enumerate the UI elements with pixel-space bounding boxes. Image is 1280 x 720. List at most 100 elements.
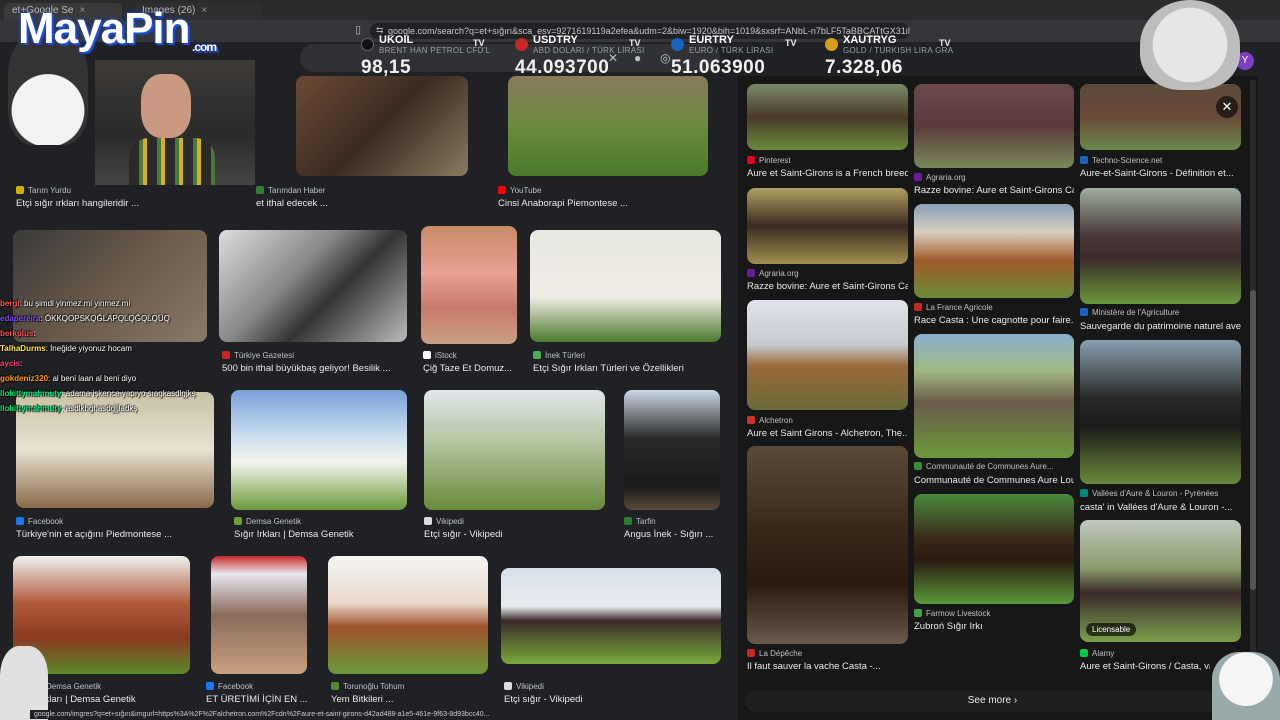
source-label[interactable]: İnek Türleri [533, 351, 585, 360]
result-image[interactable] [914, 494, 1074, 604]
result-caption[interactable]: Cinsi Anaborapi Piemontese ... [498, 198, 628, 209]
scrollbar[interactable] [1250, 80, 1256, 720]
result-caption[interactable]: Aure et Saint Girons - Alchetron, The... [747, 428, 908, 439]
result-caption[interactable]: Communauté de Communes Aure Louro... [914, 475, 1074, 486]
source-label[interactable]: iStock [423, 351, 457, 360]
result-image[interactable] [747, 446, 908, 644]
source-icon [1080, 489, 1088, 497]
source-label[interactable]: Farmow Livestock [914, 609, 990, 618]
source-label[interactable]: Techno-Science.net [1080, 156, 1162, 165]
source-label[interactable]: Agraria.org [747, 269, 799, 278]
result-image[interactable] [747, 300, 908, 410]
source-label[interactable]: Communauté de Communes Aure... [914, 462, 1054, 471]
result-image[interactable] [1080, 340, 1241, 484]
source-label[interactable]: Tarımdan Haber [256, 186, 325, 195]
result-image[interactable] [231, 390, 407, 510]
close-icon[interactable]: ✕ [1216, 96, 1238, 118]
result-caption[interactable]: Il faut sauver la vache Casta -... [747, 661, 908, 672]
source-label[interactable]: Türkiye Gazetesi [222, 351, 294, 360]
ticker-description: GOLD / TURKISH LIRA GRA [843, 46, 954, 55]
source-label[interactable]: Demsa Genetik [234, 517, 301, 526]
source-icon [331, 682, 339, 690]
source-label[interactable]: La Dépêche [747, 649, 802, 658]
result-image[interactable] [747, 188, 908, 264]
source-label[interactable]: Agraria.org [914, 173, 966, 182]
source-label[interactable]: Tarfin [624, 517, 656, 526]
result-caption[interactable]: Razze bovine: Aure et Saint-Girons Casta [914, 185, 1074, 196]
result-caption[interactable]: Race Casta : Une cagnotte pour faire... [914, 315, 1074, 326]
scrollbar-thumb[interactable] [1250, 290, 1256, 590]
result-caption[interactable]: Etçi sığır ırkları hangileridir ... [16, 198, 139, 209]
source-label[interactable]: Vikipedi [504, 682, 544, 691]
result-image[interactable]: Licensable [1080, 520, 1241, 642]
ticker-value: 44.093700 [515, 57, 610, 78]
source-icon [914, 609, 922, 617]
source-label[interactable]: Alchetron [747, 416, 793, 425]
source-icon [747, 156, 755, 164]
result-caption[interactable]: casta' in Vallées d'Aure & Louron -... [1080, 502, 1241, 513]
result-caption[interactable]: ET ÜRETİMİ İÇİN EN ... [206, 694, 308, 705]
usdtry-icon [515, 38, 528, 51]
source-label[interactable]: La France Agricole [914, 303, 993, 312]
source-label[interactable]: Vikipedi [424, 517, 464, 526]
licensable-badge: Licensable [1086, 623, 1137, 636]
result-caption[interactable]: Çiğ Taze Et Domuz... [423, 363, 512, 374]
result-caption[interactable]: Aure et Saint-Girons is a French breed .… [747, 168, 908, 179]
result-caption[interactable]: Aure-et-Saint-Girons - Définition et... [1080, 168, 1241, 179]
result-caption[interactable]: Sauvegarde du patrimoine naturel avec... [1080, 321, 1241, 332]
result-caption[interactable]: Sığır Irkları | Demsa Genetik [234, 529, 354, 540]
see-more-button[interactable]: See more › [745, 690, 1240, 712]
cat-sticker [1212, 652, 1280, 720]
source-label[interactable]: Pinterest [747, 156, 791, 165]
result-caption[interactable]: Zubroń Sığır Irkı [914, 621, 1074, 632]
chat-message: edapereira: ÖKKQOPSKQĞLAPQLQĞQLQÜQ [0, 314, 170, 323]
source-label[interactable]: Ministère de l'Agriculture [1080, 308, 1179, 317]
source-icon [16, 186, 24, 194]
result-caption[interactable]: Etçi sığır - Vikipedi [424, 529, 503, 540]
result-image[interactable] [211, 556, 307, 674]
status-bar-url: google.com/imgres?q=et+sığırı&imgurl=htt… [30, 710, 494, 719]
source-label[interactable]: Facebook [16, 517, 63, 526]
close-icon[interactable]: × [201, 5, 207, 16]
result-caption[interactable]: Etçi Sığır Irkları Türleri ve Özellikler… [533, 363, 684, 374]
source-icon [1080, 649, 1088, 657]
source-label[interactable]: YouTube [498, 186, 541, 195]
result-caption[interactable]: Etçi sığır - Vikipedi [504, 694, 583, 705]
source-icon [624, 517, 632, 525]
ticker-symbol: USDTRY [533, 34, 578, 46]
source-label[interactable]: Torunoğlu Tohum [331, 682, 404, 691]
result-image[interactable] [424, 390, 605, 510]
ticker-item: XAUTRYG GOLD / TURKISH LIRA GRA 7.328,06 [825, 34, 953, 79]
result-image[interactable] [624, 390, 720, 510]
source-label[interactable]: Tarım Yurdu [16, 186, 71, 195]
result-caption[interactable]: Türkiye'nin et açığını Piedmontese ... [16, 529, 172, 540]
result-caption[interactable]: et ithal edecek ... [256, 198, 328, 209]
source-icon [747, 416, 755, 424]
source-label[interactable]: Vallées d'Aure & Louron - Pyrénées [1080, 489, 1218, 498]
source-label[interactable]: Alamy [1080, 649, 1114, 658]
result-image[interactable] [328, 556, 488, 674]
result-image[interactable] [1080, 84, 1241, 150]
source-icon [747, 269, 755, 277]
result-caption[interactable]: Razze bovine: Aure et Saint-Girons Casta [747, 281, 908, 292]
result-caption[interactable]: Yem Bitkileri ... [331, 694, 393, 705]
source-label[interactable]: Demsa Genetik [46, 682, 101, 691]
result-image[interactable] [914, 334, 1074, 458]
chat-message: llokittymahmuty: adama işkence yapıyo sı… [0, 389, 196, 398]
result-image[interactable] [1080, 188, 1241, 304]
result-image[interactable] [530, 230, 721, 342]
ticker-symbol: EURTRY [689, 34, 734, 46]
result-image[interactable] [421, 226, 517, 344]
webcam-feed [95, 60, 255, 185]
result-image[interactable] [914, 204, 1074, 298]
channel-logo: MayaPin .com [18, 4, 217, 54]
result-caption[interactable]: Aure et Saint-Girons / Casta, vach... [1080, 661, 1210, 672]
result-image[interactable] [501, 568, 721, 664]
cat-sticker [0, 646, 48, 720]
result-caption[interactable]: 500 bin ithal büyükbaş geliyor! Besilik … [222, 363, 390, 374]
source-icon [1080, 308, 1088, 316]
result-image[interactable] [914, 84, 1074, 168]
result-image[interactable] [219, 230, 407, 342]
source-label[interactable]: Facebook [206, 682, 253, 691]
result-caption[interactable]: Angus İnek - Sığırı ... [624, 529, 720, 540]
